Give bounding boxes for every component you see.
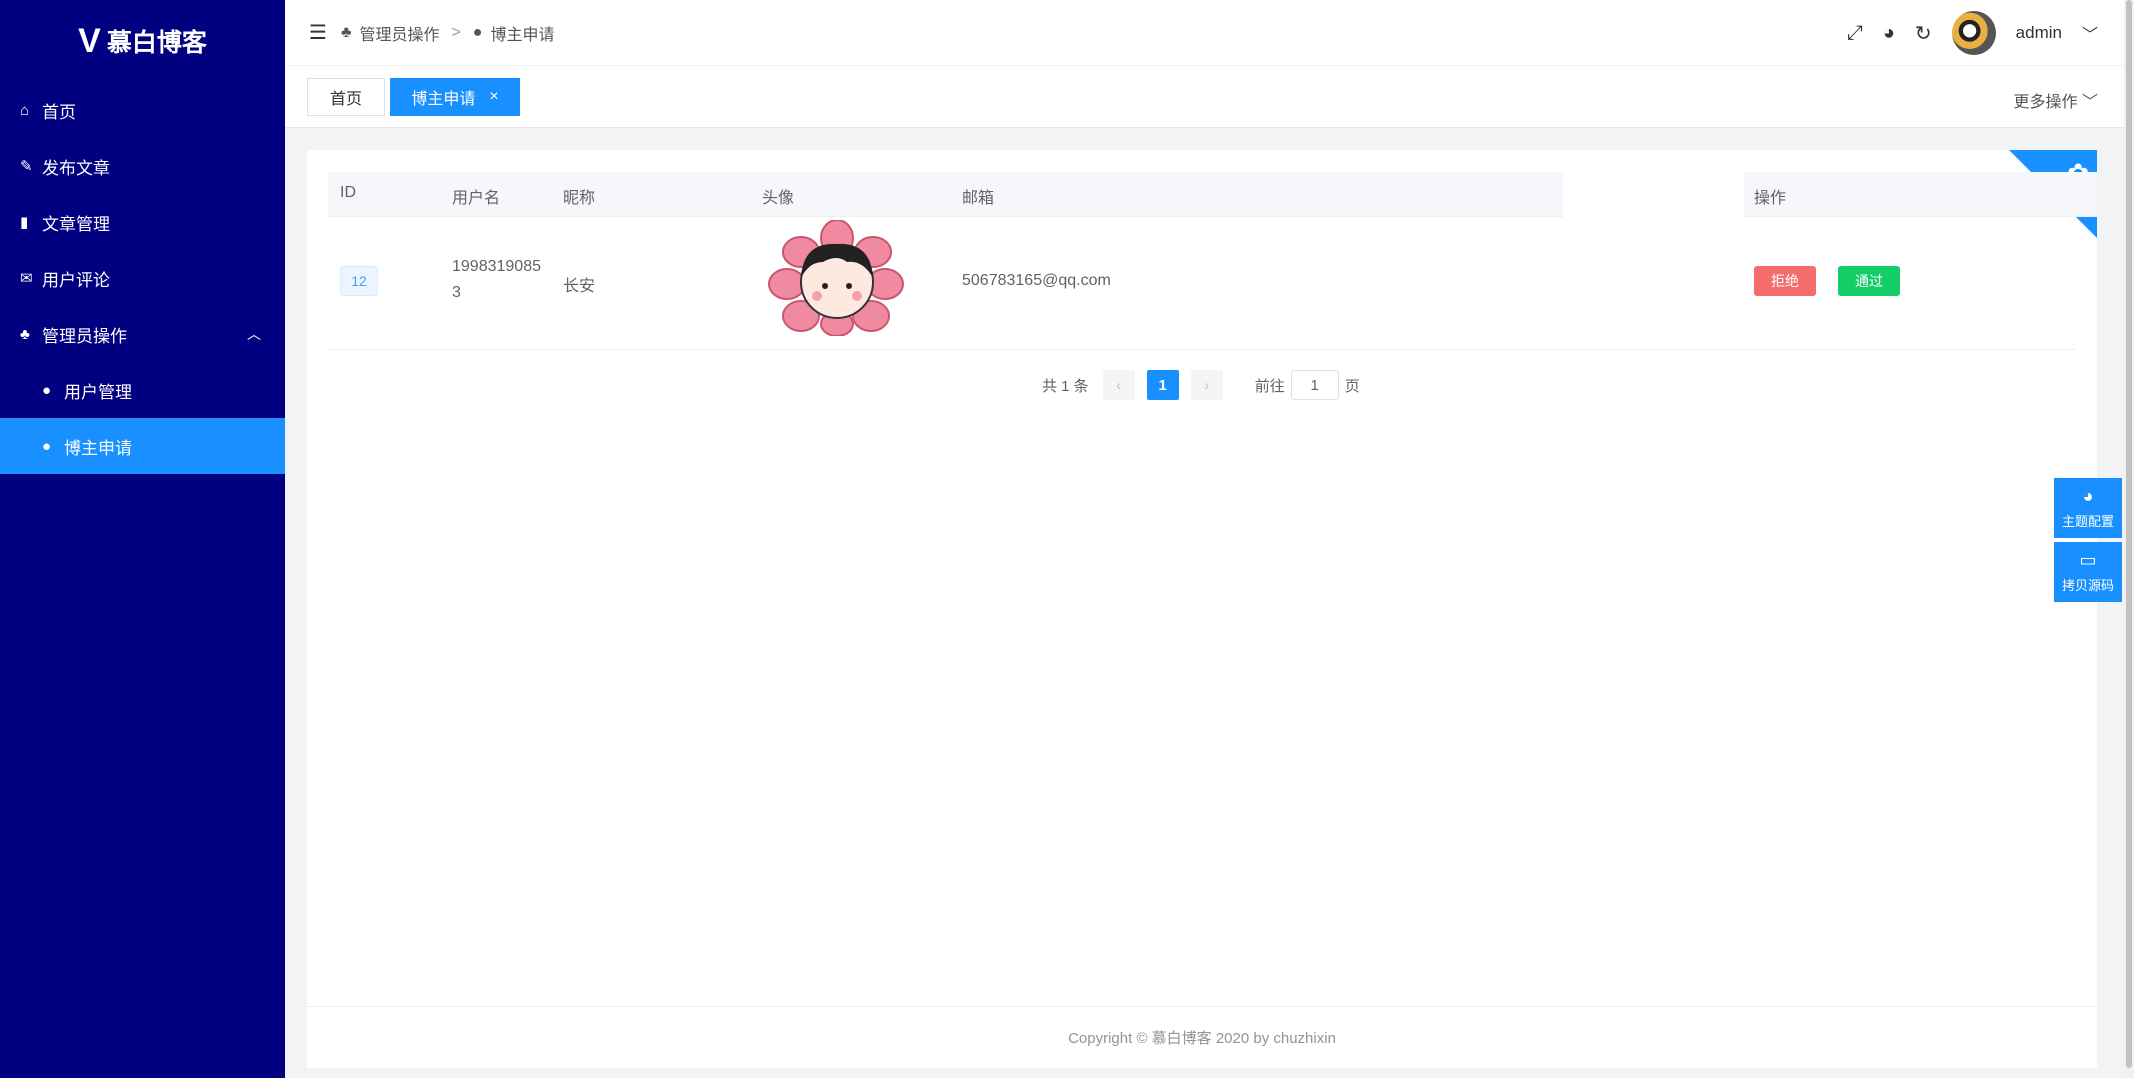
breadcrumb: ♣ 管理员操作 > ● 博主申请 (341, 21, 555, 45)
chevron-down-icon[interactable]: ﹀ (2082, 21, 2098, 45)
goto-label: 前往 (1254, 377, 1285, 395)
chevron-down-icon: ﹀ (2081, 94, 2098, 111)
sidebar-item-admin-ops[interactable]: ♣ 管理员操作 ︿ (0, 306, 285, 362)
sidebar-item-label: 文章管理 (42, 214, 110, 234)
copy-source-label: 拷贝源码 (2061, 578, 2114, 593)
sidebar-menu: ⌂ 首页 ✎ 发布文章 ▮ 文章管理 ✉ 用户评论 ♣ 管理员操作 ︿ ● 用户… (0, 82, 285, 474)
app-title: 慕白博客 (106, 29, 207, 57)
sidebar-item-home[interactable]: ⌂ 首页 (0, 82, 285, 138)
more-operations-label: 更多操作 (2013, 94, 2078, 111)
main-card: ✿ ID 用户名 昵称 头像 邮箱 操作 12 1998319085 3 长安 (307, 150, 2097, 1068)
prev-page-button[interactable]: ‹ (1102, 370, 1135, 400)
book-icon: ▮ (20, 214, 29, 231)
column-header-username: 用户名 (452, 190, 501, 207)
palette-icon: ◕ (2082, 486, 2094, 506)
theme-config-label: 主题配置 (2061, 514, 2114, 529)
user-icon: ● (42, 437, 52, 455)
logo[interactable]: V 慕白博客 (0, 0, 285, 82)
user-name[interactable]: admin (2016, 23, 2062, 43)
theme-config-button[interactable]: ◕ 主题配置 (2054, 478, 2122, 538)
column-header-avatar: 头像 (762, 190, 795, 207)
tab-blogger-apply[interactable]: 博主申请 × (390, 78, 520, 116)
sidebar-item-articles[interactable]: ▮ 文章管理 (0, 194, 285, 250)
next-page-button[interactable]: › (1190, 370, 1223, 400)
sidebar-item-blogger-apply[interactable]: ● 博主申请 (0, 418, 285, 474)
tabs-bar: 首页 博主申请 × 更多操作 ﹀ (285, 66, 2134, 128)
email-cell: 506783165@qq.com (962, 272, 1111, 289)
sidebar-item-user-manage[interactable]: ● 用户管理 (0, 362, 285, 418)
refresh-icon[interactable]: ↻ (1915, 21, 1932, 46)
page-suffix-label: 页 (1344, 377, 1360, 395)
sidebar-item-label: 用户管理 (64, 382, 132, 402)
footer-divider (307, 1006, 2097, 1007)
handshake-icon: ♣ (20, 325, 30, 343)
logo-mark: V (78, 21, 101, 60)
tab-label: 博主申请 (411, 91, 476, 108)
top-header: ☰ ♣ 管理员操作 > ● 博主申请 ⤢ ◕ ↻ admin ﹀ (285, 0, 2134, 66)
header-actions: ⤢ ◕ ↻ admin ﹀ (1847, 0, 2098, 66)
column-header-email: 邮箱 (962, 190, 995, 207)
more-operations-dropdown[interactable]: 更多操作 ﹀ (2014, 88, 2098, 112)
palette-icon[interactable]: ◕ (1883, 22, 1895, 45)
page-number-button[interactable]: 1 (1146, 370, 1179, 400)
close-icon[interactable]: × (489, 88, 498, 106)
user-icon: ● (472, 23, 483, 41)
scrollbar-thumb[interactable] (2126, 0, 2132, 1068)
pagination-total: 共 1 条 (1042, 377, 1089, 395)
column-header-id: ID (340, 184, 356, 201)
reject-button[interactable]: 拒绝 (1754, 266, 1816, 296)
goto-page-input[interactable]: 1 (1290, 370, 1339, 400)
scrollbar[interactable] (2124, 0, 2134, 1078)
nickname-cell: 长安 (563, 278, 596, 295)
id-tag: 12 (340, 266, 378, 296)
sidebar-item-label: 首页 (42, 102, 76, 122)
table-header-fixed (1744, 172, 2097, 217)
handshake-icon: ♣ (340, 23, 352, 41)
chevron-up-icon: ︿ (247, 326, 261, 342)
sidebar: V 慕白博客 ⌂ 首页 ✎ 发布文章 ▮ 文章管理 ✉ 用户评论 ♣ 管理员操作… (0, 0, 285, 1078)
user-icon: ● (42, 381, 52, 399)
user-avatar-image (768, 220, 904, 336)
table-header (328, 172, 1563, 217)
home-icon: ⌂ (20, 101, 30, 119)
pagination: 共 1 条 ‹ 1 › 前往 1 页 (1042, 369, 1360, 401)
breadcrumb-item: 博主申请 (490, 26, 555, 44)
breadcrumb-item[interactable]: 管理员操作 (359, 21, 439, 45)
sidebar-item-publish[interactable]: ✎ 发布文章 (0, 138, 285, 194)
sidebar-item-label: 用户评论 (42, 270, 110, 290)
sidebar-item-label: 管理员操作 (42, 326, 127, 346)
fullscreen-icon[interactable]: ⤢ (1847, 22, 1863, 45)
sidebar-item-comments[interactable]: ✉ 用户评论 (0, 250, 285, 306)
row-divider (328, 349, 2076, 350)
username-line-1: 1998319085 (452, 258, 541, 275)
sidebar-item-label: 博主申请 (64, 438, 132, 458)
edit-icon: ✎ (20, 158, 33, 175)
footer-copyright: Copyright © 慕白博客 2020 by chuzhixin (1068, 1030, 1336, 1047)
laptop-icon: ▭ (2079, 550, 2097, 570)
approve-button[interactable]: 通过 (1838, 266, 1900, 296)
breadcrumb-separator: > (451, 23, 461, 41)
menu-toggle-icon[interactable]: ☰ (309, 20, 327, 45)
username-line-2: 3 (452, 284, 461, 301)
tab-home[interactable]: 首页 (307, 78, 385, 116)
avatar[interactable] (1951, 11, 1996, 55)
copy-source-button[interactable]: ▭ 拷贝源码 (2054, 542, 2122, 602)
column-header-nickname: 昵称 (563, 190, 596, 207)
comments-icon: ✉ (20, 270, 33, 287)
sidebar-item-label: 发布文章 (42, 158, 110, 178)
column-header-actions: 操作 (1754, 190, 1787, 207)
